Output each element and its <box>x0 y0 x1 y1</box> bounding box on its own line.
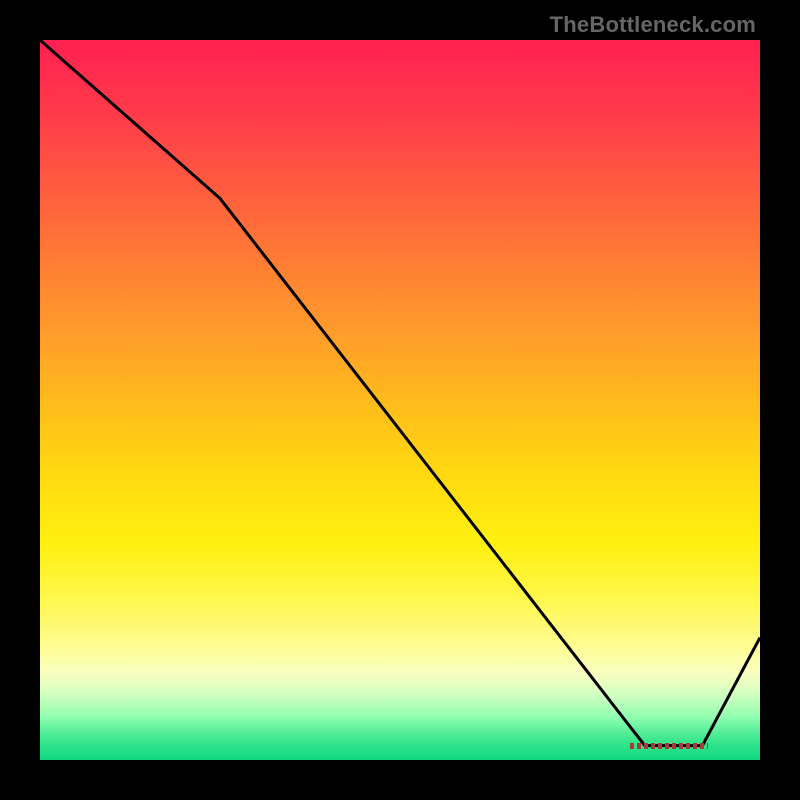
chart-container: TheBottleneck.com <box>0 0 800 800</box>
watermark-text: TheBottleneck.com <box>550 12 756 38</box>
chart-svg <box>40 40 760 760</box>
bottleneck-line <box>40 40 760 746</box>
plot-area <box>40 40 760 760</box>
